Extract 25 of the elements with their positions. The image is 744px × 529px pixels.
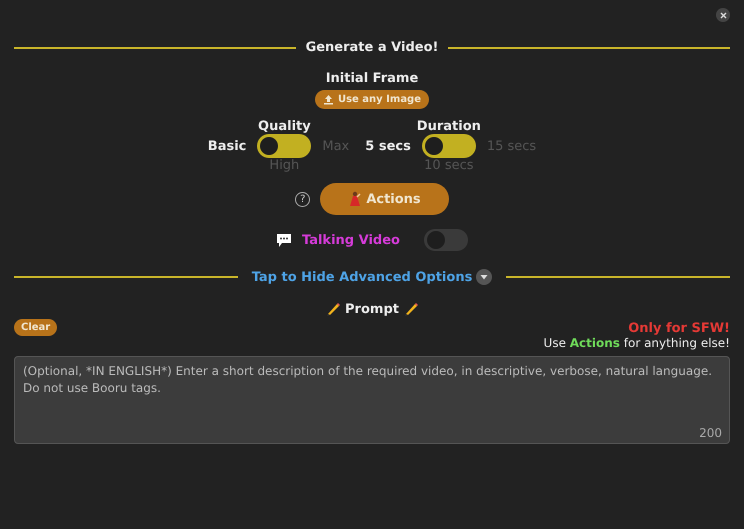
warning-text: Only for SFW! xyxy=(628,321,730,336)
dancer-icon xyxy=(348,191,362,207)
talking-video-switch[interactable] xyxy=(424,229,468,251)
speech-bubble-icon xyxy=(276,232,292,248)
actions-button[interactable]: Actions xyxy=(320,183,449,215)
setting-label: Quality xyxy=(258,119,311,134)
close-button[interactable] xyxy=(716,8,730,22)
talking-video-label: Talking Video xyxy=(302,232,400,248)
option-label: 5 secs xyxy=(365,138,411,154)
section-label: Initial Frame xyxy=(326,71,418,86)
clear-button[interactable]: Clear xyxy=(14,319,58,336)
help-button[interactable]: ? xyxy=(295,192,310,206)
setting-label: Duration xyxy=(416,119,481,134)
advanced-options-toggle[interactable]: Tap to Hide Advanced Options xyxy=(252,269,492,285)
close-icon xyxy=(720,12,726,18)
character-counter: 200 xyxy=(699,426,722,440)
caret-icon xyxy=(476,269,492,285)
dialog-title: Generate a Video! xyxy=(306,40,438,55)
usage-note: Use Actions for anything else! xyxy=(544,336,730,350)
pencil-icon xyxy=(325,301,342,317)
upload-icon xyxy=(322,94,334,105)
upload-button[interactable]: Use any Image xyxy=(314,90,430,109)
prompt-label: Prompt xyxy=(345,302,399,316)
option-label: Basic xyxy=(208,138,246,154)
pencil-icon xyxy=(402,301,419,317)
